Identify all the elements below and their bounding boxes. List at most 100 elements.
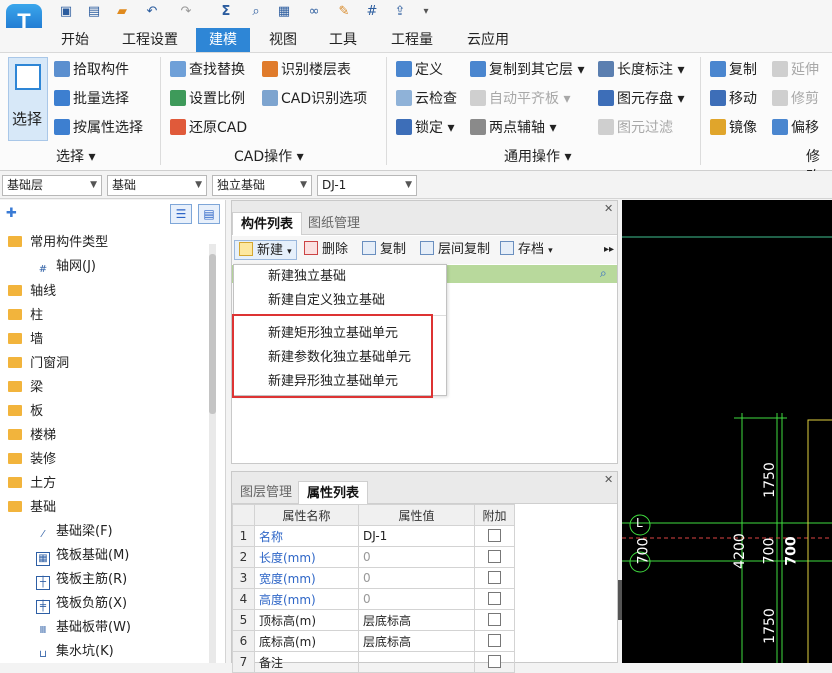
sum-icon[interactable]: Σ bbox=[218, 4, 234, 20]
auto-level-slab-button[interactable]: 自动平齐板 ▾ bbox=[470, 88, 570, 110]
grid-icon[interactable]: # bbox=[364, 4, 380, 20]
tree-item[interactable]: 梁 bbox=[8, 376, 218, 400]
table-row[interactable]: 5 顶标高(m) 层底标高 bbox=[232, 609, 515, 631]
offset-button[interactable]: 偏移 bbox=[772, 117, 819, 139]
save-icon[interactable]: ▣ bbox=[58, 4, 74, 20]
copy-button[interactable]: 复制 bbox=[710, 59, 757, 81]
tree-item[interactable]: 墙 bbox=[8, 328, 218, 352]
mirror-button[interactable]: 镜像 bbox=[710, 117, 757, 139]
tab-tools[interactable]: 工具 bbox=[318, 28, 368, 52]
extra-checkbox[interactable] bbox=[488, 655, 501, 668]
set-scale-button[interactable]: 设置比例 bbox=[170, 88, 245, 110]
extend-button[interactable]: 延伸 bbox=[772, 59, 819, 81]
list-view-icon[interactable]: ☰ bbox=[170, 204, 192, 224]
value-cell[interactable]: 层底标高 bbox=[358, 630, 475, 652]
tree-header[interactable]: 常用构件类型 bbox=[8, 231, 218, 255]
extra-checkbox[interactable] bbox=[488, 550, 501, 563]
tab-layer-management[interactable]: 图层管理 bbox=[232, 481, 300, 504]
archive-button[interactable]: 存档 ▾ bbox=[500, 240, 553, 260]
cad-group-label[interactable]: CAD操作 ▾ bbox=[234, 147, 304, 167]
identify-floor-table-button[interactable]: 识别楼层表 bbox=[262, 59, 351, 81]
common-group-label[interactable]: 通用操作 ▾ bbox=[504, 147, 571, 167]
search-icon[interactable]: ⌕ bbox=[600, 266, 607, 281]
lock-button[interactable]: 锁定 ▾ bbox=[396, 117, 454, 139]
menu-item-new-isolated-foundation[interactable]: 新建独立基础 bbox=[268, 265, 346, 289]
value-cell[interactable]: DJ-1 bbox=[358, 525, 475, 547]
tab-component-list[interactable]: 构件列表 bbox=[232, 212, 303, 235]
table-row[interactable]: 1 名称 DJ-1 bbox=[232, 525, 515, 547]
select-button[interactable]: 选择 bbox=[8, 57, 48, 141]
grid-view-icon[interactable]: ▤ bbox=[198, 204, 220, 224]
cross-floor-copy-button[interactable]: 层间复制 bbox=[420, 240, 490, 260]
extra-checkbox[interactable] bbox=[488, 571, 501, 584]
tree-item-foundation[interactable]: 基础 bbox=[8, 496, 218, 520]
view-icon[interactable]: ▦ bbox=[276, 4, 292, 20]
tree-item[interactable]: 板 bbox=[8, 400, 218, 424]
table-row[interactable]: 2 长度(mm) 0 bbox=[232, 546, 515, 568]
find-icon[interactable]: ⌕ bbox=[248, 4, 264, 20]
table-row[interactable]: 3 宽度(mm) 0 bbox=[232, 567, 515, 589]
restore-cad-button[interactable]: 还原CAD bbox=[170, 117, 247, 139]
tab-view[interactable]: 视图 bbox=[258, 28, 308, 52]
save-element-button[interactable]: 图元存盘 ▾ bbox=[598, 88, 684, 110]
tree-item[interactable]: 土方 bbox=[8, 472, 218, 496]
table-row[interactable]: 7 备注 bbox=[232, 651, 515, 673]
cloud-check-button[interactable]: 云检查 bbox=[396, 88, 457, 110]
tab-modeling[interactable]: 建模 bbox=[196, 28, 250, 52]
move-button[interactable]: 移动 bbox=[710, 88, 757, 110]
open-folder-icon[interactable]: ▰ bbox=[114, 4, 130, 20]
modify-group-label[interactable]: 修改 bbox=[806, 147, 832, 185]
tree-item[interactable]: 轴线 bbox=[8, 280, 218, 304]
find-replace-button[interactable]: 查找替换 bbox=[170, 59, 245, 81]
copy-component-button[interactable]: 复制 bbox=[362, 240, 406, 260]
element-filter-button[interactable]: 图元过滤 bbox=[598, 117, 673, 139]
tab-quantity[interactable]: 工程量 bbox=[380, 28, 444, 52]
tab-project-settings[interactable]: 工程设置 bbox=[110, 28, 190, 52]
tree-item[interactable]: 楼梯 bbox=[8, 424, 218, 448]
value-cell[interactable]: 0 bbox=[358, 546, 475, 568]
copy-to-other-floor-button[interactable]: 复制到其它层 ▾ bbox=[470, 59, 584, 81]
extra-checkbox[interactable] bbox=[488, 529, 501, 542]
export-icon[interactable]: ⇪ bbox=[392, 4, 408, 20]
cad-canvas[interactable]: 1750 700 4200 700 700 1750 L bbox=[622, 200, 832, 663]
scrollbar-thumb[interactable] bbox=[209, 254, 216, 414]
more-arrow-icon[interactable]: ▸▸ bbox=[604, 240, 614, 260]
batch-select-button[interactable]: 批量选择 bbox=[54, 88, 129, 110]
tree-item[interactable]: 柱 bbox=[8, 304, 218, 328]
redo-icon[interactable]: ↷ bbox=[178, 4, 194, 20]
more-icon[interactable]: ▾ bbox=[418, 4, 434, 20]
trim-button[interactable]: 修剪 bbox=[772, 88, 819, 110]
select-by-attribute-button[interactable]: 按属性选择 bbox=[54, 117, 143, 139]
category-select[interactable]: 基础 ▼ bbox=[107, 175, 207, 196]
delete-button[interactable]: 删除 bbox=[304, 240, 348, 260]
cad-identify-options-button[interactable]: CAD识别选项 bbox=[262, 88, 367, 110]
extra-checkbox[interactable] bbox=[488, 592, 501, 605]
two-point-axis-button[interactable]: 两点辅轴 ▾ bbox=[470, 117, 556, 139]
tree-scrollbar[interactable] bbox=[209, 244, 216, 663]
define-button[interactable]: 定义 bbox=[396, 59, 443, 81]
table-row[interactable]: 4 高度(mm) 0 bbox=[232, 588, 515, 610]
glasses-icon[interactable]: ∞ bbox=[306, 4, 322, 20]
menu-item-new-custom-foundation[interactable]: 新建自定义独立基础 bbox=[268, 289, 385, 313]
select-group-label[interactable]: 选择 ▾ bbox=[56, 147, 95, 167]
component-select[interactable]: DJ-1 ▼ bbox=[317, 175, 417, 196]
tree-item[interactable]: 装修 bbox=[8, 448, 218, 472]
close-icon[interactable]: ✕ bbox=[604, 473, 613, 486]
table-row[interactable]: 6 底标高(m) 层底标高 bbox=[232, 630, 515, 652]
tab-property-list[interactable]: 属性列表 bbox=[298, 481, 369, 504]
extra-checkbox[interactable] bbox=[488, 613, 501, 626]
tab-start[interactable]: 开始 bbox=[50, 28, 100, 52]
new-file-icon[interactable]: ▤ bbox=[86, 4, 102, 20]
pick-component-button[interactable]: 拾取构件 bbox=[54, 59, 129, 81]
value-cell[interactable]: 层底标高 bbox=[358, 609, 475, 631]
tab-drawing-management[interactable]: 图纸管理 bbox=[300, 212, 368, 235]
tab-cloud[interactable]: 云应用 bbox=[456, 28, 520, 52]
new-button[interactable]: 新建 ▾ bbox=[234, 240, 297, 260]
value-cell[interactable]: 0 bbox=[358, 588, 475, 610]
add-icon[interactable]: ✚ bbox=[6, 206, 17, 221]
undo-icon[interactable]: ↶ bbox=[144, 4, 160, 20]
close-icon[interactable]: ✕ bbox=[604, 202, 613, 215]
value-cell[interactable]: 0 bbox=[358, 567, 475, 589]
tree-item[interactable]: 门窗洞 bbox=[8, 352, 218, 376]
type-select[interactable]: 独立基础 ▼ bbox=[212, 175, 312, 196]
